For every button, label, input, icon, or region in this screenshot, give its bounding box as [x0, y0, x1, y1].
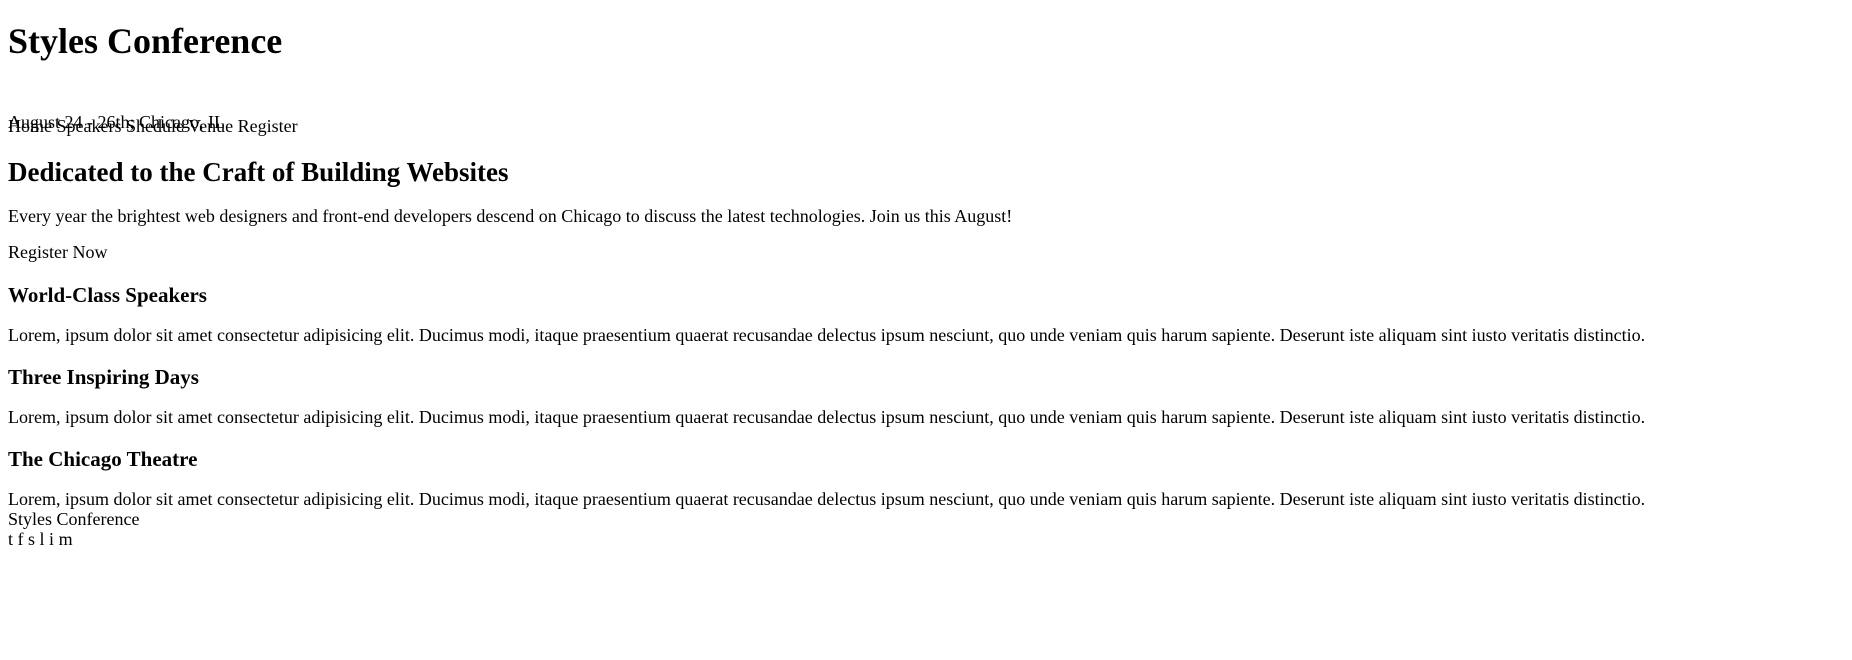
nav-item-schedule[interactable]: Shedule: [126, 116, 184, 136]
feature-text-days: Lorem, ipsum dolor sit amet consectetur …: [8, 407, 1646, 427]
register-now-link[interactable]: Register Now: [8, 242, 107, 264]
feature-title-theatre: The Chicago Theatre: [8, 447, 198, 471]
nav-item-register[interactable]: Register: [238, 116, 298, 136]
nav-item-home[interactable]: Home: [8, 116, 52, 136]
feature-title-days: Three Inspiring Days: [8, 365, 199, 389]
hero-text: Every year the brightest web designers a…: [8, 206, 1013, 226]
nav-item-venue[interactable]: Venue: [188, 116, 233, 136]
nav-item-speakers[interactable]: Speakers: [57, 116, 122, 136]
hero-title: Dedicated to the Craft of Building Websi…: [8, 157, 509, 187]
main-nav: Home Speakers Shedule Venue Register: [8, 116, 298, 138]
feature-text-theatre: Lorem, ipsum dolor sit amet consectetur …: [8, 489, 1646, 509]
feature-text-speakers: Lorem, ipsum dolor sit amet consectetur …: [8, 325, 1646, 345]
site-title: Styles Conference: [8, 21, 283, 61]
facebook-icon[interactable]: f: [18, 529, 24, 549]
footer-title: Styles Conference: [8, 509, 140, 529]
feature-title-speakers: World-Class Speakers: [8, 283, 207, 307]
mail-icon[interactable]: m: [59, 529, 73, 549]
social-s-icon[interactable]: s: [28, 529, 35, 549]
linkedin-icon[interactable]: l: [40, 529, 45, 549]
twitter-icon[interactable]: t: [8, 529, 13, 549]
instagram-icon[interactable]: i: [49, 529, 54, 549]
footer-social-links: t f s l i m: [8, 529, 73, 551]
